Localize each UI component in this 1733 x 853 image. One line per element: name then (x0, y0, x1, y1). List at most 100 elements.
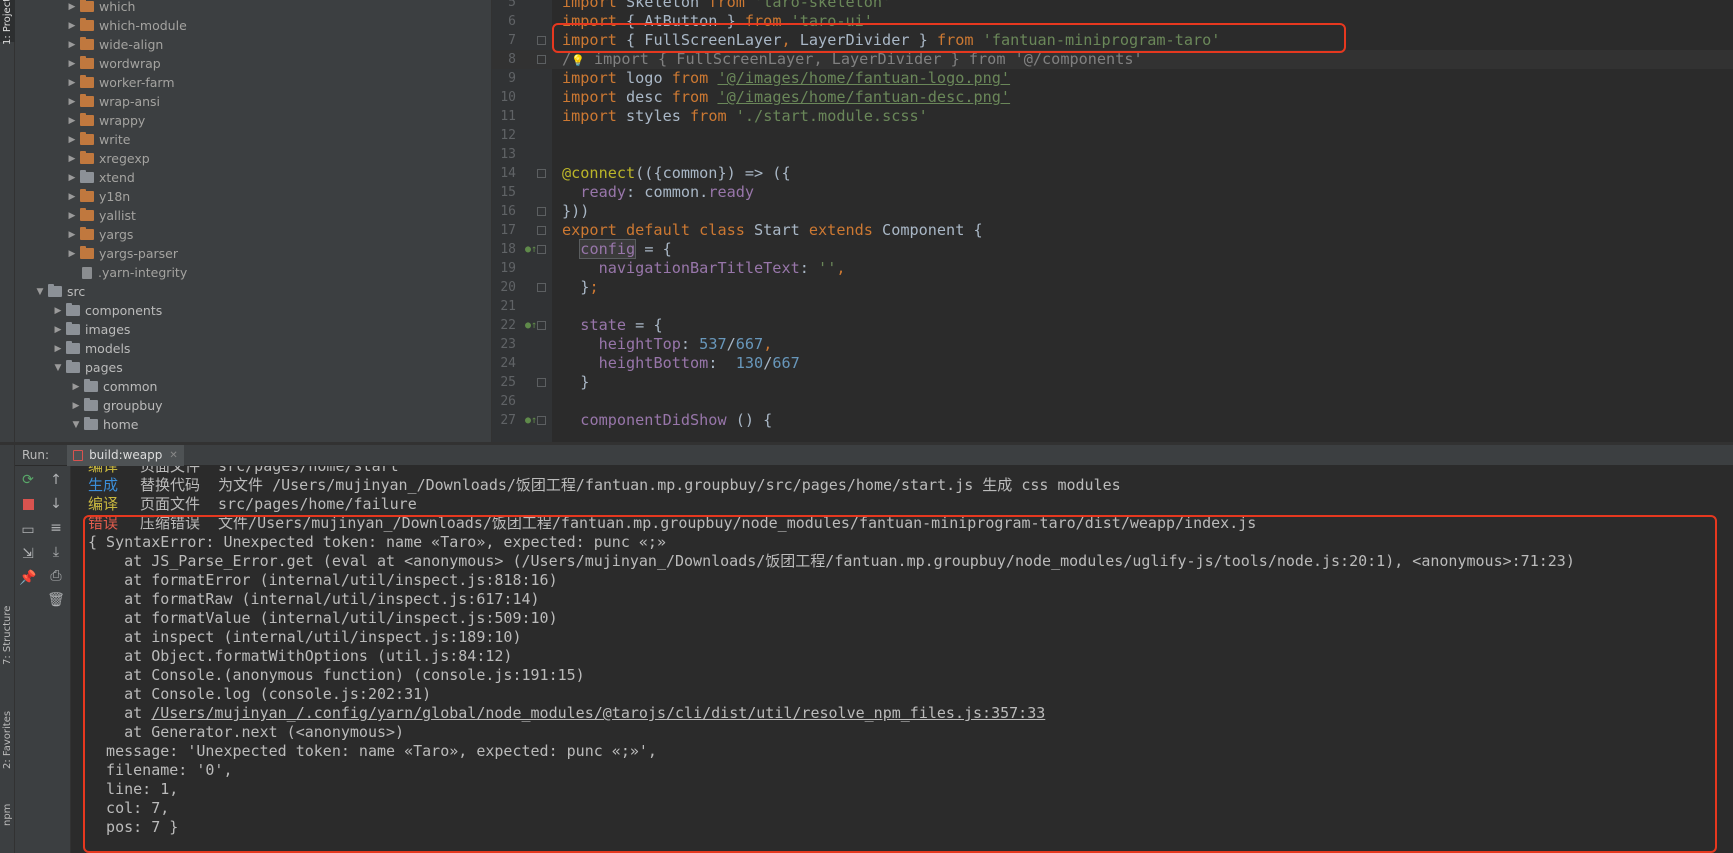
code-line[interactable]: 12 (492, 126, 1733, 145)
chevron-right-icon[interactable]: ▶ (65, 149, 79, 168)
override-icon[interactable]: ●↑ (525, 316, 537, 335)
chevron-right-icon[interactable]: ▶ (51, 301, 65, 320)
chevron-down-icon[interactable]: ▼ (69, 415, 83, 434)
chevron-right-icon[interactable]: ▶ (69, 377, 83, 396)
code-line[interactable]: 27 ●↑ componentDidShow () { (492, 411, 1733, 430)
tree-item[interactable]: ▶ which (15, 0, 491, 16)
tree-item[interactable]: ▶ common (15, 377, 491, 396)
code-line[interactable]: 7 import { FullScreenLayer, LayerDivider … (492, 31, 1733, 50)
code-line[interactable]: 15 ready: common.ready (492, 183, 1733, 202)
chevron-right-icon[interactable]: ▶ (65, 92, 79, 111)
chevron-right-icon[interactable]: ▶ (65, 130, 79, 149)
fold-marker-icon[interactable] (537, 226, 546, 235)
code-line[interactable]: 23 heightTop: 537/667, (492, 335, 1733, 354)
tree-item[interactable]: ▶ yargs-parser (15, 244, 491, 263)
chevron-right-icon[interactable]: ▶ (51, 320, 65, 339)
chevron-right-icon[interactable]: ▶ (65, 168, 79, 187)
chevron-right-icon[interactable]: ▶ (65, 73, 79, 92)
scroll-to-end-icon[interactable]: ⤓ (43, 543, 69, 561)
soft-wrap-icon[interactable]: ≡ (43, 519, 69, 537)
tree-item[interactable]: ▶ yallist (15, 206, 491, 225)
tree-item[interactable]: ▶ groupbuy (15, 396, 491, 415)
chevron-right-icon[interactable]: ▶ (65, 244, 79, 263)
arrow-down-icon[interactable]: ↓ (43, 495, 69, 513)
code-editor[interactable]: 5 import Skeleton from 'taro-skeleton' 6 im… (492, 0, 1733, 442)
tree-item[interactable]: ▶ y18n (15, 187, 491, 206)
npm-tool-tab[interactable]: npm (0, 800, 15, 830)
stop-icon[interactable] (15, 495, 41, 513)
tree-item[interactable]: ▶ xtend (15, 168, 491, 187)
code-line[interactable]: 9 import logo from '@/images/home/fantuan… (492, 69, 1733, 88)
restore-icon[interactable]: ⇲ (15, 545, 41, 563)
print-icon[interactable]: ⎙ (43, 567, 69, 585)
layout-icon[interactable]: ▭ (15, 521, 41, 539)
code-line[interactable]: 21 (492, 297, 1733, 316)
code-line[interactable]: 8 /💡 import { FullScreenLayer, LayerDivid… (492, 50, 1733, 69)
fold-marker-icon[interactable] (537, 416, 546, 425)
close-icon[interactable]: ✕ (169, 450, 177, 461)
pin-icon[interactable]: 📌 (15, 569, 41, 587)
fold-marker-icon[interactable] (537, 245, 546, 254)
code-line[interactable]: 24 heightBottom: 130/667 (492, 354, 1733, 373)
chevron-right-icon[interactable]: ▶ (65, 54, 79, 73)
chevron-right-icon[interactable]: ▶ (65, 16, 79, 35)
tree-item[interactable]: ▶ wide-align (15, 35, 491, 54)
chevron-right-icon[interactable]: ▶ (65, 187, 79, 206)
tree-item[interactable]: ▶ wrap-ansi (15, 92, 491, 111)
tree-item[interactable]: .yarn-integrity (15, 263, 491, 282)
tree-item[interactable]: ▶ wrappy (15, 111, 491, 130)
chevron-right-icon[interactable]: ▶ (69, 396, 83, 415)
fold-marker-icon[interactable] (537, 169, 546, 178)
code-line[interactable]: 20 }; (492, 278, 1733, 297)
chevron-right-icon[interactable]: ▶ (65, 111, 79, 130)
code-line[interactable]: 26 (492, 392, 1733, 411)
tree-item[interactable]: ▶ images (15, 320, 491, 339)
code-line[interactable]: 10 import desc from '@/images/home/fantua… (492, 88, 1733, 107)
fold-marker-icon[interactable] (537, 36, 546, 45)
tree-item[interactable]: ▶ worker-farm (15, 73, 491, 92)
chevron-down-icon[interactable]: ▼ (51, 358, 65, 377)
code-line[interactable]: 14 @connect(({common}) => ({ (492, 164, 1733, 183)
chevron-right-icon[interactable]: ▶ (65, 225, 79, 244)
code-line[interactable]: 11 import styles from './start.module.scs… (492, 107, 1733, 126)
fold-marker-icon[interactable] (537, 321, 546, 330)
stacktrace-link[interactable]: /Users/mujinyan_/.config/yarn/global/nod… (151, 704, 1045, 722)
run-tab-build-weapp[interactable]: build:weapp ✕ (67, 444, 184, 466)
tree-item[interactable]: ▶ models (15, 339, 491, 358)
code-line[interactable]: 13 (492, 145, 1733, 164)
favorites-tool-tab[interactable]: 2: Favorites (0, 700, 15, 780)
tree-item[interactable]: ▶ wordwrap (15, 54, 491, 73)
chevron-right-icon[interactable]: ▶ (65, 0, 79, 16)
tree-item[interactable]: ▶ yargs (15, 225, 491, 244)
project-tool-tab[interactable]: 1: Project (0, 0, 15, 45)
tree-item[interactable]: ▶ xregexp (15, 149, 491, 168)
fold-marker-icon[interactable] (537, 55, 546, 64)
code-line[interactable]: 6 import { AtButton } from 'taro-ui' (492, 12, 1733, 31)
tree-item[interactable]: ▶ which-module (15, 16, 491, 35)
code-line[interactable]: 25 } (492, 373, 1733, 392)
code-line[interactable]: 18 ●↑ config = { (492, 239, 1733, 259)
rerun-icon[interactable]: ⟳ (15, 471, 41, 489)
tree-item[interactable]: ▶ components (15, 301, 491, 320)
code-line[interactable]: 16})) (492, 202, 1733, 221)
arrow-up-icon[interactable]: ↑ (43, 471, 69, 489)
fold-marker-icon[interactable] (537, 207, 546, 216)
tree-item[interactable]: ▼ src (15, 282, 491, 301)
code-line[interactable]: 19 navigationBarTitleText: '', (492, 259, 1733, 278)
override-icon[interactable]: ●↑ (525, 240, 537, 259)
code-line[interactable]: 22 ●↑ state = { (492, 316, 1733, 335)
structure-tool-tab[interactable]: 7: Structure (0, 600, 15, 670)
trash-icon[interactable]: 🗑 (43, 591, 69, 609)
tree-item[interactable]: ▼ home (15, 415, 491, 434)
run-console-output[interactable]: 编译 页面文件 src/pages/home/start 生成 替换代码 为文件 /U… (71, 466, 1733, 853)
code-line[interactable]: 17 export default class Start extends Com… (492, 221, 1733, 240)
override-icon[interactable]: ●↑ (525, 411, 537, 430)
chevron-right-icon[interactable]: ▶ (51, 339, 65, 358)
code-line[interactable]: 5 import Skeleton from 'taro-skeleton' (492, 0, 1733, 12)
tree-item[interactable]: ▼ pages (15, 358, 491, 377)
chevron-right-icon[interactable]: ▶ (65, 206, 79, 225)
chevron-right-icon[interactable]: ▶ (65, 35, 79, 54)
tree-item[interactable]: ▶ write (15, 130, 491, 149)
chevron-down-icon[interactable]: ▼ (33, 282, 47, 301)
fold-marker-icon[interactable] (537, 283, 546, 292)
